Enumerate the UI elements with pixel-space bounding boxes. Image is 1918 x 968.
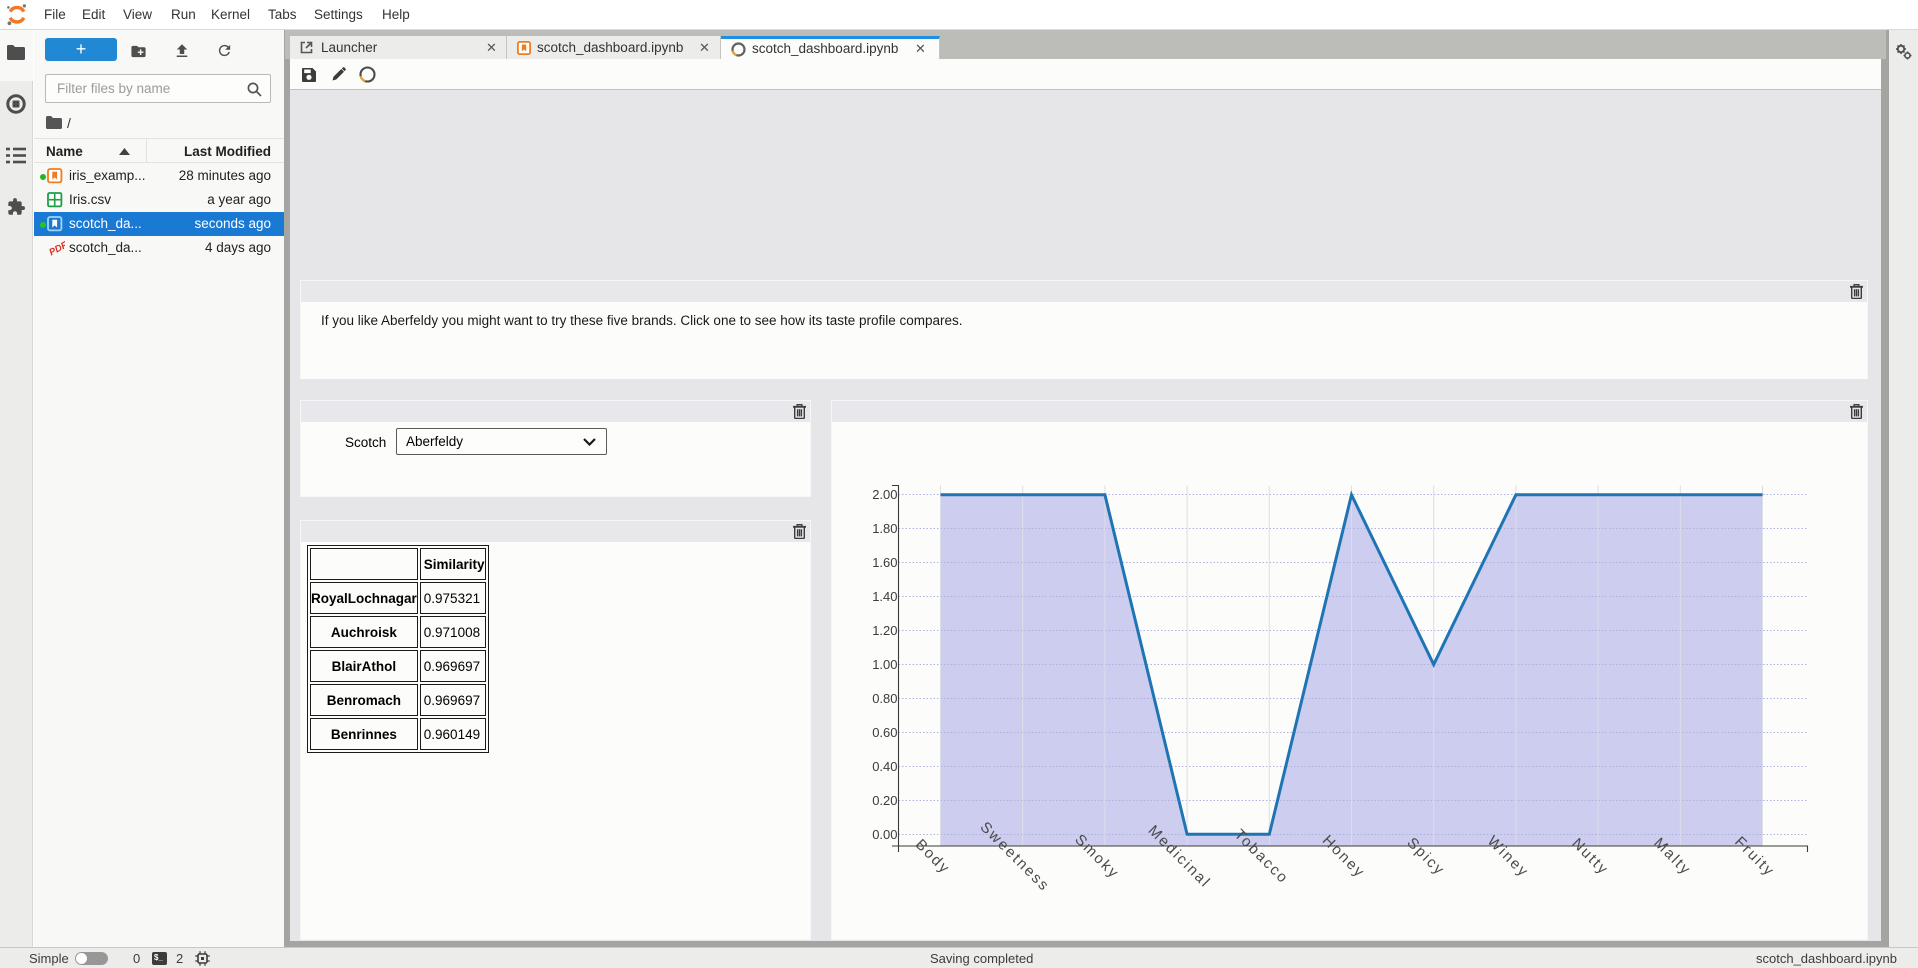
- svg-text:PDF: PDF: [47, 240, 65, 258]
- svg-text:1.80: 1.80: [872, 521, 897, 536]
- svg-text:1.00: 1.00: [872, 657, 897, 672]
- svg-text:0.80: 0.80: [872, 691, 897, 706]
- svg-text:2.00: 2.00: [872, 487, 897, 502]
- svg-text:0.40: 0.40: [872, 759, 897, 774]
- svg-text:1.60: 1.60: [872, 555, 897, 570]
- svg-text:0.60: 0.60: [872, 725, 897, 740]
- svg-text:1.40: 1.40: [872, 589, 897, 604]
- svg-text:0.20: 0.20: [872, 793, 897, 808]
- svg-text:1.20: 1.20: [872, 623, 897, 638]
- svg-text:0.00: 0.00: [872, 827, 897, 842]
